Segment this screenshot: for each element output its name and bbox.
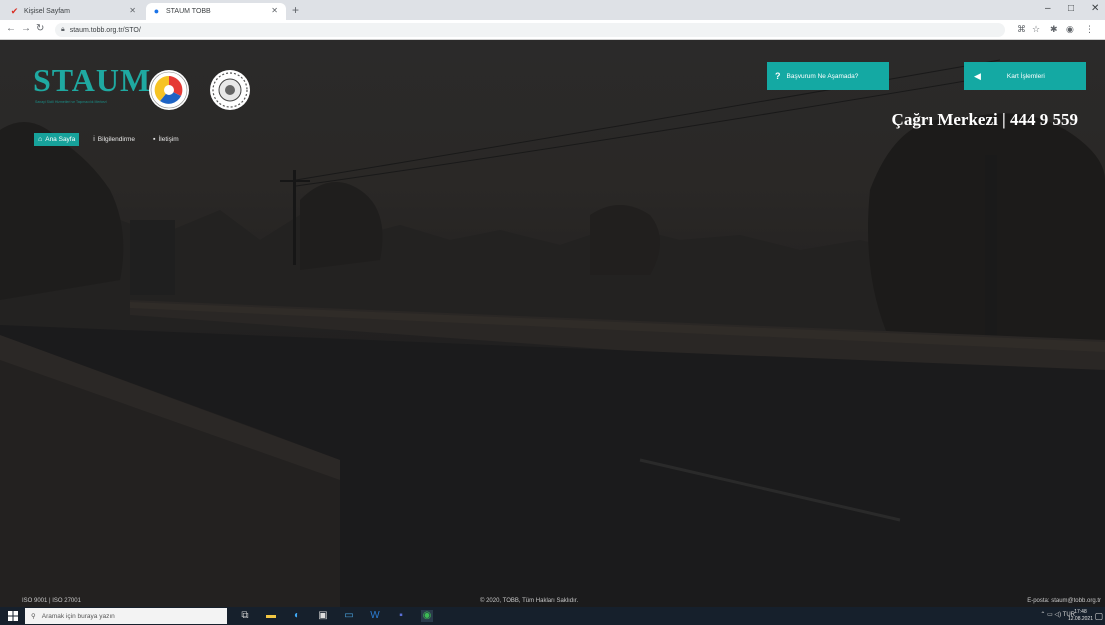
chrome-icon[interactable]: ◉: [421, 610, 433, 622]
main-nav: ⌂ Ana Sayfa i Bilgilendirme ▪ İletişim: [34, 133, 183, 146]
nav-label: Bilgilendirme: [97, 136, 136, 143]
nav-label: Ana Sayfa: [45, 136, 76, 143]
close-icon[interactable]: ✕: [271, 6, 278, 15]
reload-icon[interactable]: ↻: [36, 23, 44, 34]
browser-tab-kisisel-sayfam[interactable]: ✔ Kişisel Sayfam ✕: [4, 3, 144, 20]
back-icon[interactable]: ←: [6, 23, 16, 34]
translate-icon[interactable]: ⌘: [1017, 24, 1026, 35]
menu-icon[interactable]: ⋮: [1085, 24, 1094, 35]
windows-taskbar: ⚲ Aramak için buraya yazın ⧉ ▬ ◐ ▣ ▭ W ▪…: [0, 607, 1105, 625]
url-text: staum.tobb.org.tr/STO/: [69, 26, 141, 34]
notification-icon[interactable]: ▢: [1094, 611, 1103, 622]
clock-time: 17:48: [1074, 609, 1087, 615]
nav-item-ana-sayfa[interactable]: ⌂ Ana Sayfa: [34, 133, 80, 146]
home-icon: ⌂: [38, 136, 43, 143]
nav-item-bilgilendirme[interactable]: i Bilgilendirme: [89, 133, 139, 146]
logo-subtitle: Sanayi Sicili Hizmetleri ve Taşımacılık …: [35, 100, 107, 104]
maximize-icon[interactable]: □: [1068, 3, 1074, 14]
nav-label: İletişim: [158, 136, 179, 143]
chevron-up-icon[interactable]: ⌃: [1040, 612, 1045, 618]
staum-logo[interactable]: STAUM Sanayi Sicili Hizmetleri ve Taşıma…: [33, 60, 273, 120]
edge-icon[interactable]: ◐: [291, 610, 303, 622]
logo-text: STAUM: [33, 62, 152, 98]
store-icon[interactable]: ▣: [317, 610, 329, 622]
star-icon[interactable]: ☆: [1032, 24, 1040, 35]
application-status-button[interactable]: ? Başvurum Ne Aşamada?: [767, 62, 889, 90]
extension-icon[interactable]: ✱: [1050, 24, 1058, 35]
profile-icon[interactable]: ◉: [1066, 24, 1074, 35]
button-label: Başvurum Ne Aşamada?: [786, 72, 859, 80]
web-page: STAUM Sanayi Sicili Hizmetleri ve Taşıma…: [0, 40, 1105, 607]
search-placeholder: Aramak için buraya yazın: [41, 612, 115, 620]
contact-icon: ▪: [153, 136, 156, 143]
windows-start-icon[interactable]: [8, 611, 18, 621]
file-explorer-icon[interactable]: ▬: [265, 610, 277, 622]
network-icon: ▭: [1047, 612, 1053, 618]
task-view-icon[interactable]: ⧉: [239, 610, 251, 622]
mail-icon[interactable]: ▭: [343, 610, 355, 622]
call-center-text: Çağrı Merkezi | 444 9 559: [891, 110, 1078, 129]
browser-tab-bar: ✔ Kişisel Sayfam ✕ ● STAUM TOBB ✕ + – □ …: [0, 0, 1105, 20]
window-close-icon[interactable]: ✕: [1091, 3, 1099, 14]
search-icon: ⚲: [31, 613, 36, 620]
tab-title: STAUM TOBB: [166, 8, 211, 15]
taskbar-search-input[interactable]: ⚲ Aramak için buraya yazın: [25, 608, 227, 624]
question-icon: ?: [775, 71, 781, 81]
checkmark-icon: ✔: [10, 6, 19, 16]
nav-item-iletisim[interactable]: ▪ İletişim: [149, 133, 183, 146]
tobb-emblem-icon: [149, 70, 189, 110]
card-operations-button[interactable]: ◀ Kart İşlemleri: [964, 62, 1086, 90]
taskbar-clock[interactable]: 17:48 12.08.2021: [1068, 609, 1093, 623]
megaphone-icon: ◀: [974, 70, 981, 81]
forward-icon[interactable]: →: [21, 23, 31, 34]
footer-certifications: ISO 9001 | ISO 27001: [22, 598, 81, 604]
footer-copyright: © 2020, TOBB, Tüm Hakları Saklıdır.: [480, 598, 579, 604]
footer-email[interactable]: E-posta: staum@tobb.org.tr: [1027, 598, 1101, 604]
minimize-icon[interactable]: –: [1045, 3, 1051, 14]
url-input[interactable]: 🔒︎ staum.tobb.org.tr/STO/: [55, 23, 1005, 37]
new-tab-icon[interactable]: +: [292, 3, 299, 17]
teams-icon[interactable]: ▪: [395, 610, 407, 622]
volume-icon: ◁): [1054, 612, 1062, 618]
word-icon[interactable]: W: [369, 610, 381, 622]
browser-tab-staum[interactable]: ● STAUM TOBB ✕: [146, 3, 286, 20]
ministry-emblem-icon: [210, 70, 250, 110]
info-icon: i: [93, 136, 95, 143]
clock-date: 12.08.2021: [1067, 616, 1093, 622]
tab-title: Kişisel Sayfam: [24, 8, 70, 15]
button-label: Kart İşlemleri: [1006, 72, 1045, 80]
lock-icon: 🔒︎: [61, 26, 65, 33]
close-icon[interactable]: ✕: [129, 6, 136, 15]
address-bar: ← → ↻ 🔒︎ staum.tobb.org.tr/STO/ ⌘ ☆ ✱ ◉ …: [0, 20, 1105, 40]
tobb-icon: ●: [153, 6, 160, 16]
